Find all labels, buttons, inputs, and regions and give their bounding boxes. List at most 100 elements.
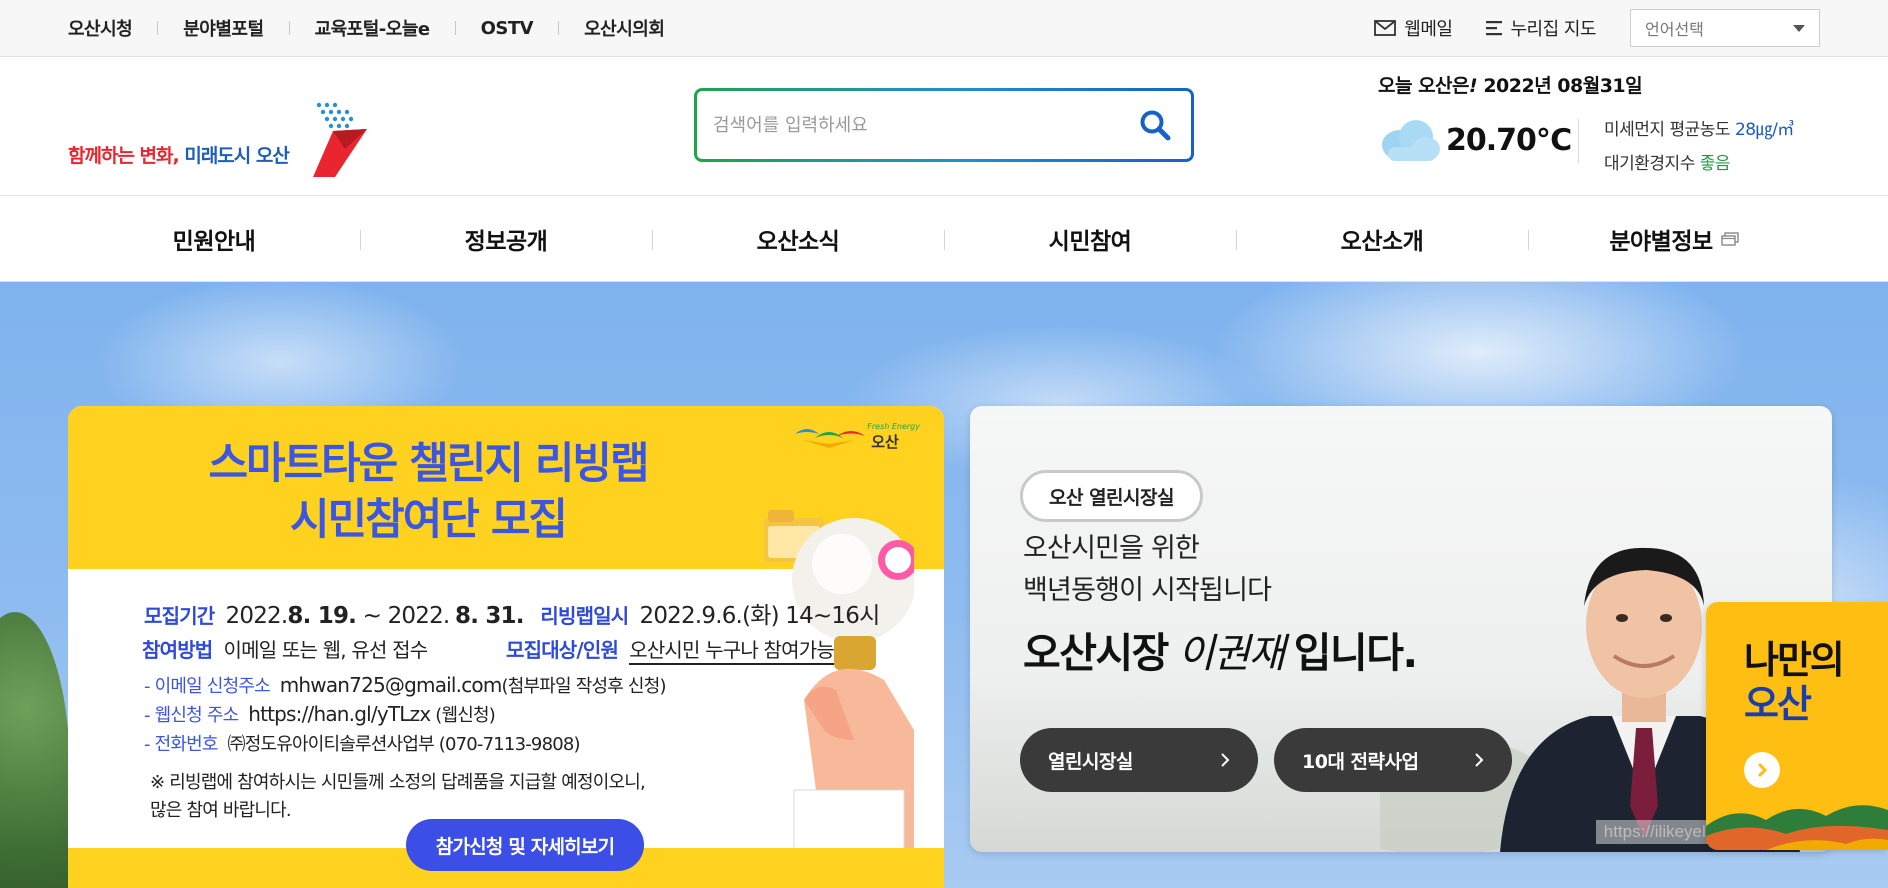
livinglab-label: 리빙랩일시	[540, 604, 629, 628]
divider	[558, 21, 560, 35]
period-tilde: ~ 2022.	[356, 603, 451, 629]
mayor-message: 오산시민을 위한 백년동행이 시작됩니다	[1023, 528, 1272, 612]
my-osan-line-2: 오산	[1744, 682, 1812, 726]
logo-slogan: 함께하는 변화, 미래도시 오산	[68, 141, 290, 168]
strategic-projects-label: 10대 전략사업	[1302, 750, 1419, 773]
mayor-prefix: 오산시장	[1023, 629, 1169, 677]
row-target: 모집대상/인원 오산시민 누구나 참여가능	[506, 634, 835, 665]
search-box-inner	[697, 91, 1191, 159]
period-start-prefix: 2022.	[225, 603, 289, 629]
period-label: 모집기간	[144, 604, 215, 628]
row-web: - 웹신청 주소 https://han.gl/yTLzx (웹신청)	[144, 701, 496, 727]
row-period: 모집기간 2022.8. 19. ~ 2022. 8. 31. 리빙랩일시 20…	[144, 596, 881, 630]
mayor-signature: 이권재	[1177, 631, 1285, 677]
banner-headline-1: 스마트타운 챌린지 리빙랩	[208, 439, 649, 489]
link-education-portal[interactable]: 교육포털-오늘e	[315, 15, 431, 41]
today-date: 2022년 08월31일	[1483, 75, 1643, 97]
logo-slogan-part1: 함께하는 변화,	[68, 145, 180, 167]
hero-section: Fresh Energy 오산 스마트타운 챌린지 리빙랩 시민참여단 모집 모…	[0, 282, 1888, 888]
row-phone: - 전화번호 ㈜정도유아이티솔루션사업부 (070-7113-9808)	[144, 730, 581, 756]
divider	[288, 21, 290, 35]
my-osan-go-button[interactable]	[1744, 752, 1780, 788]
chevron-right-icon	[1221, 753, 1230, 767]
site-logo[interactable]: 함께하는 변화, 미래도시 오산	[68, 87, 378, 177]
main-navigation: 민원안내 정보공개 오산소식 시민참여 오산소개 분야별정보	[0, 196, 1888, 282]
banner-headline-2: 시민참여단 모집	[290, 495, 568, 545]
livinglab-banner[interactable]: Fresh Energy 오산 스마트타운 챌린지 리빙랩 시민참여단 모집 모…	[68, 406, 944, 888]
mayor-message-line-1: 오산시민을 위한	[1023, 533, 1200, 564]
web-value: https://han.gl/yTLzx	[248, 702, 431, 726]
logo-slogan-part2: 미래도시 오산	[184, 145, 289, 167]
period-end: 8. 31.	[455, 603, 524, 629]
divider	[1578, 119, 1579, 163]
webmail-link[interactable]: 웹메일	[1374, 15, 1453, 41]
my-osan-widget[interactable]: 나만의 오산	[1706, 602, 1888, 850]
search-input[interactable]	[713, 114, 1135, 136]
row-method: 참여방법 이메일 또는 웹, 유선 접수	[142, 634, 428, 663]
nav-about-osan[interactable]: 오산소개	[1236, 196, 1528, 282]
email-value: mhwan725@gmail.com	[279, 673, 503, 697]
site-header: 함께하는 변화, 미래도시 오산 오늘 오산은! 2022년 08월31일 20…	[0, 57, 1888, 196]
phone-label: - 전화번호	[144, 734, 218, 755]
nav-label: 정보공개	[464, 229, 548, 255]
divider	[454, 21, 456, 35]
mayor-banner: 오산 열린시장실 오산시민을 위한 백년동행이 시작됩니다 오산시장 이권재 입니다…	[970, 406, 1832, 852]
search-icon	[1140, 110, 1171, 141]
webmail-label: 웹메일	[1404, 19, 1453, 40]
nav-information-disclosure[interactable]: 정보공개	[360, 196, 652, 282]
fine-dust-value: 28㎍/㎥	[1734, 120, 1794, 140]
mayor-suffix: 입니다.	[1293, 629, 1418, 677]
nav-civil-service[interactable]: 민원안내	[68, 196, 360, 282]
weather-date: 오늘 오산은! 2022년 08월31일	[1378, 71, 1828, 98]
livinglab-value: 2022.9.6.(화) 14~16시	[639, 603, 881, 629]
nav-citizen-participation[interactable]: 시민참여	[944, 196, 1236, 282]
language-select[interactable]: 언어선택	[1630, 9, 1820, 47]
mail-icon	[1374, 20, 1397, 36]
mini-logo-kr: 오산	[871, 433, 899, 451]
tree-decoration	[0, 612, 70, 888]
link-city-council[interactable]: 오산시의회	[584, 15, 665, 41]
link-field-portal[interactable]: 분야별포털	[183, 15, 264, 41]
open-mayor-office-button[interactable]: 열린시장실	[1020, 728, 1258, 792]
language-select-value: 언어선택	[1645, 20, 1704, 39]
nav-field-information[interactable]: 분야별정보	[1528, 196, 1820, 282]
nav-label: 시민참여	[1048, 229, 1132, 255]
search-button[interactable]	[1135, 105, 1175, 145]
phone-value: ㈜정도유아이티솔루션사업부 (070-7113-9808)	[227, 734, 581, 755]
hills-decoration	[1706, 805, 1888, 850]
air-index-value: 좋음	[1699, 154, 1731, 174]
nav-osan-news[interactable]: 오산소식	[652, 196, 944, 282]
weather-widget: 오늘 오산은! 2022년 08월31일 20.70℃ 미세먼지 평균농도 28…	[1378, 71, 1828, 191]
notice-line-2: 많은 참여 바랍니다.	[150, 800, 292, 821]
air-quality: 미세먼지 평균농도 28㎍/㎥ 대기환경지수 좋음	[1604, 113, 1794, 181]
logo-arrow-icon	[313, 102, 367, 177]
email-label: - 이메일 신청주소	[144, 676, 271, 697]
open-mayor-office-badge: 오산 열린시장실	[1020, 470, 1203, 522]
target-label: 모집대상/인원	[506, 638, 619, 662]
notice-line-1: ※ 리빙랩에 참여하시는 시민들께 소정의 답례품을 지급할 예정이오니,	[150, 772, 646, 793]
method-label: 참여방법	[142, 638, 213, 662]
divider	[157, 21, 159, 35]
utility-bar: 오산시청 분야별포털 교육포털-오늘e OSTV 오산시의회 웹메일 누리집 지…	[0, 0, 1888, 57]
nav-label: 분야별정보	[1609, 229, 1713, 255]
mini-logo-en: Fresh Energy	[867, 422, 920, 431]
sitemap-link[interactable]: 누리집 지도	[1486, 15, 1596, 41]
menu-lines-icon	[1486, 21, 1503, 36]
new-window-icon	[1720, 232, 1739, 246]
link-ostv[interactable]: OSTV	[481, 18, 534, 39]
link-osan-city-hall[interactable]: 오산시청	[68, 15, 133, 41]
fine-dust-label: 미세먼지 평균농도	[1604, 120, 1731, 140]
today-exclaim: !	[1469, 75, 1478, 97]
apply-details-button[interactable]: 참가신청 및 자세히보기	[406, 819, 644, 871]
lightbulb-illustration	[764, 510, 914, 850]
osan-mini-logo: Fresh Energy 오산	[793, 422, 920, 452]
today-label: 오늘 오산은	[1378, 75, 1470, 97]
open-mayor-office-label: 열린시장실	[1048, 750, 1133, 773]
strategic-projects-button[interactable]: 10대 전략사업	[1274, 728, 1512, 792]
osan-logo-icon	[795, 429, 866, 448]
web-note: (웹신청)	[435, 705, 496, 726]
search-box	[694, 88, 1194, 162]
chevron-down-icon	[1793, 24, 1805, 32]
my-osan-line-1: 나만의	[1744, 638, 1845, 682]
mayor-message-line-2: 백년동행이 시작됩니다	[1023, 575, 1272, 606]
